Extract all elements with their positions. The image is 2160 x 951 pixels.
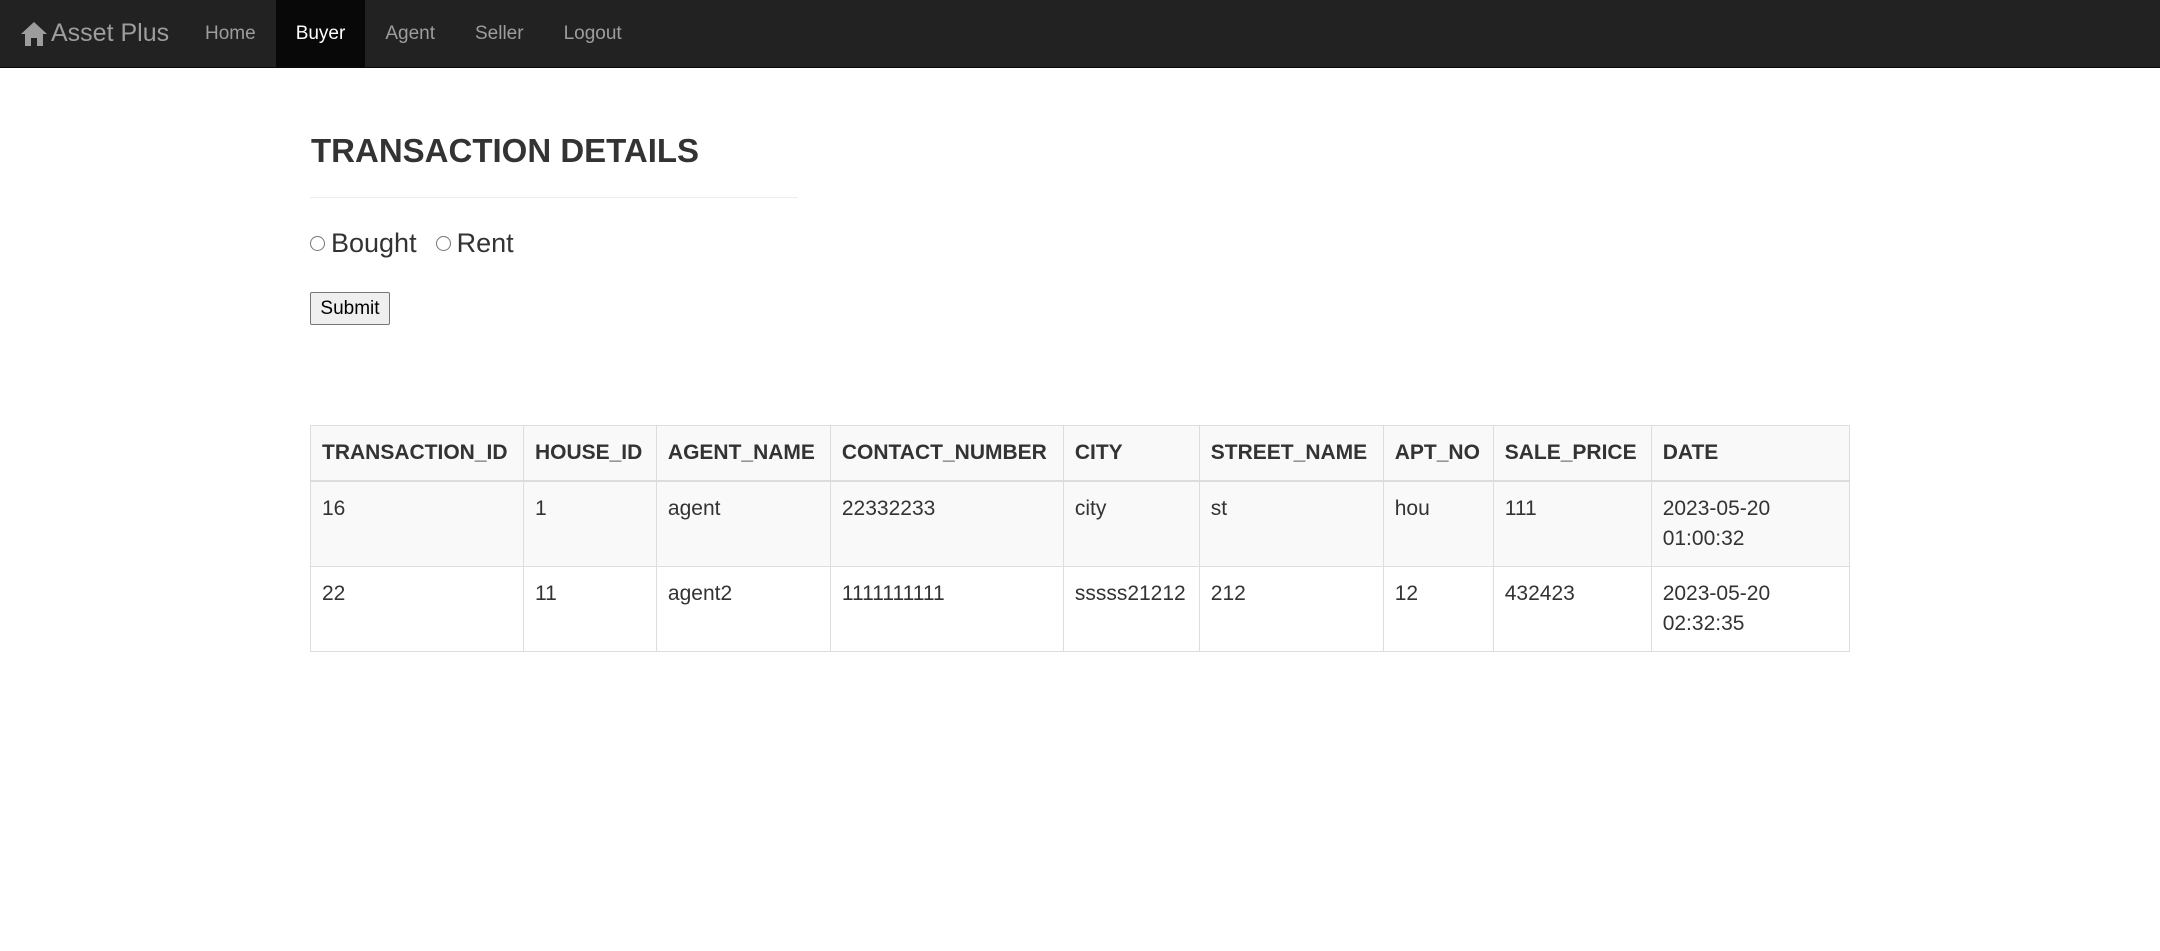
brand-link[interactable]: Asset Plus	[20, 0, 169, 67]
column-header: TRANSACTION_ID	[310, 425, 524, 482]
table-cell: hou	[1382, 480, 1494, 567]
table-cell: 2023-05-20 02:32:35	[1650, 566, 1851, 652]
table-cell: 1111111111	[829, 566, 1064, 652]
table-cell: city	[1062, 480, 1200, 567]
nav-item-home[interactable]: Home	[185, 0, 276, 67]
column-header: SALE_PRICE	[1492, 425, 1652, 482]
transactions-table: TRANSACTION_ID HOUSE_ID AGENT_NAME CONTA…	[310, 425, 1851, 652]
table-cell: 432423	[1492, 566, 1652, 652]
table-cell: st	[1198, 480, 1384, 567]
table-cell: 22332233	[829, 480, 1064, 567]
column-header: AGENT_NAME	[655, 425, 831, 482]
rent-label[interactable]: Rent	[457, 228, 514, 259]
table-cell: 111	[1492, 480, 1652, 567]
transaction-type-filter: Bought Rent	[310, 228, 514, 259]
table-row: 16 1 agent 22332233 city st hou 111 2023…	[310, 480, 1851, 567]
table-cell: 2023-05-20 01:00:32	[1650, 480, 1851, 567]
column-header: CITY	[1062, 425, 1200, 482]
table-cell: sssss21212	[1062, 566, 1200, 652]
column-header: APT_NO	[1382, 425, 1494, 482]
table-cell: 1	[522, 480, 657, 567]
rent-radio[interactable]	[435, 236, 451, 251]
page-title: TRANSACTION DETAILS	[311, 132, 700, 169]
table-row: 22 11 agent2 1111111111 sssss21212 212 1…	[310, 566, 1851, 652]
table-cell: 11	[522, 566, 657, 652]
nav-item-seller[interactable]: Seller	[455, 0, 544, 67]
table-cell: agent	[655, 480, 831, 567]
home-icon	[20, 21, 48, 47]
submit-button[interactable]: Submit	[310, 292, 390, 325]
bought-radio[interactable]	[310, 236, 325, 251]
column-header: HOUSE_ID	[522, 425, 657, 482]
nav-menu: Home Buyer Agent Seller Logout	[185, 0, 642, 67]
column-header: STREET_NAME	[1198, 425, 1384, 482]
nav-item-buyer[interactable]: Buyer	[275, 0, 366, 67]
bought-label[interactable]: Bought	[331, 228, 417, 259]
table-cell: agent2	[655, 566, 831, 652]
title-divider	[310, 197, 798, 198]
top-navbar: Asset Plus Home Buyer Agent Seller Logou…	[0, 0, 2160, 68]
table-cell: 12	[1382, 566, 1494, 652]
table-cell: 22	[310, 566, 524, 652]
column-header: CONTACT_NUMBER	[829, 425, 1064, 482]
table-header-row: TRANSACTION_ID HOUSE_ID AGENT_NAME CONTA…	[310, 425, 1851, 482]
nav-item-agent[interactable]: Agent	[365, 0, 455, 67]
brand-label: Asset Plus	[51, 19, 170, 47]
column-header: DATE	[1650, 425, 1851, 482]
table-cell: 212	[1198, 566, 1384, 652]
table-cell: 16	[310, 480, 524, 567]
nav-item-logout[interactable]: Logout	[544, 0, 642, 67]
